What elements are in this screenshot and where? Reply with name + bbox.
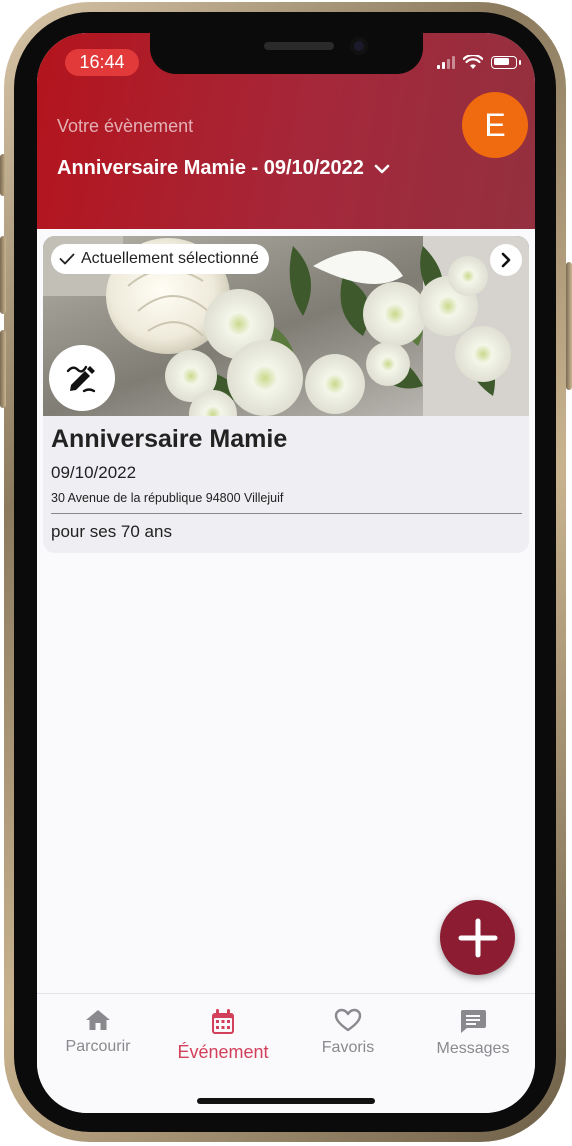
home-indicator[interactable]	[197, 1098, 375, 1104]
nav-item-evenement[interactable]: Événement	[168, 1008, 278, 1063]
edit-event-button[interactable]	[49, 345, 115, 411]
front-camera	[350, 37, 368, 55]
nav-item-messages[interactable]: Messages	[418, 1008, 528, 1058]
event-image: Actuellement sélectionné	[43, 236, 529, 416]
nav-label-messages: Messages	[436, 1040, 510, 1057]
bottom-navigation: Parcourir Événement Favoris Messages	[37, 993, 535, 1113]
signal-icon	[437, 55, 455, 69]
plus-icon	[458, 918, 497, 957]
nav-label-favoris: Favoris	[321, 1039, 375, 1056]
wifi-icon	[463, 54, 483, 69]
event-selector[interactable]: Anniversaire Mamie - 09/10/2022	[57, 157, 390, 180]
speaker	[264, 42, 334, 50]
phone-side-button-left-1	[0, 154, 6, 196]
event-header-label: Votre évènement	[57, 116, 194, 136]
card-divider	[51, 513, 522, 514]
event-date: 09/10/2022	[51, 463, 137, 482]
chevron-right-icon	[501, 252, 511, 268]
event-address: 30 Avenue de la république 94800 Villeju…	[51, 491, 284, 505]
phone-side-button-left-2	[0, 236, 6, 314]
selected-badge: Actuellement sélectionné	[51, 244, 269, 274]
status-icons	[437, 54, 521, 70]
nav-label-parcourir: Parcourir	[65, 1038, 131, 1055]
event-card[interactable]: Actuellement sélectionné Anniversaire Ma…	[43, 236, 529, 553]
avatar[interactable]: E	[462, 92, 528, 158]
phone-notch	[150, 33, 423, 74]
selected-badge-label: Actuellement sélectionné	[81, 250, 259, 267]
event-title: Anniversaire Mamie	[51, 425, 288, 453]
add-event-button[interactable]	[440, 900, 515, 975]
home-icon	[86, 1010, 110, 1030]
nav-label-evenement: Événement	[177, 1042, 269, 1062]
app-screen: 16:44 Votre évènement E Anniversaire Mam…	[37, 33, 535, 1113]
phone-side-button-left-3	[0, 330, 6, 408]
heart-icon	[334, 1008, 362, 1032]
status-time: 16:44	[65, 49, 139, 76]
event-description: pour ses 70 ans	[51, 522, 172, 541]
nav-item-favoris[interactable]: Favoris	[293, 1008, 403, 1057]
next-event-button[interactable]	[490, 244, 522, 276]
check-icon	[59, 253, 75, 265]
edit-pencil-icon	[66, 365, 96, 393]
nav-item-parcourir[interactable]: Parcourir	[43, 1008, 153, 1056]
selected-event-label: Anniversaire Mamie - 09/10/2022	[57, 157, 364, 179]
chevron-down-icon	[374, 164, 390, 173]
phone-side-button-right	[566, 262, 572, 390]
message-icon	[460, 1010, 486, 1033]
calendar-icon	[212, 1009, 234, 1034]
battery-icon	[491, 55, 521, 69]
